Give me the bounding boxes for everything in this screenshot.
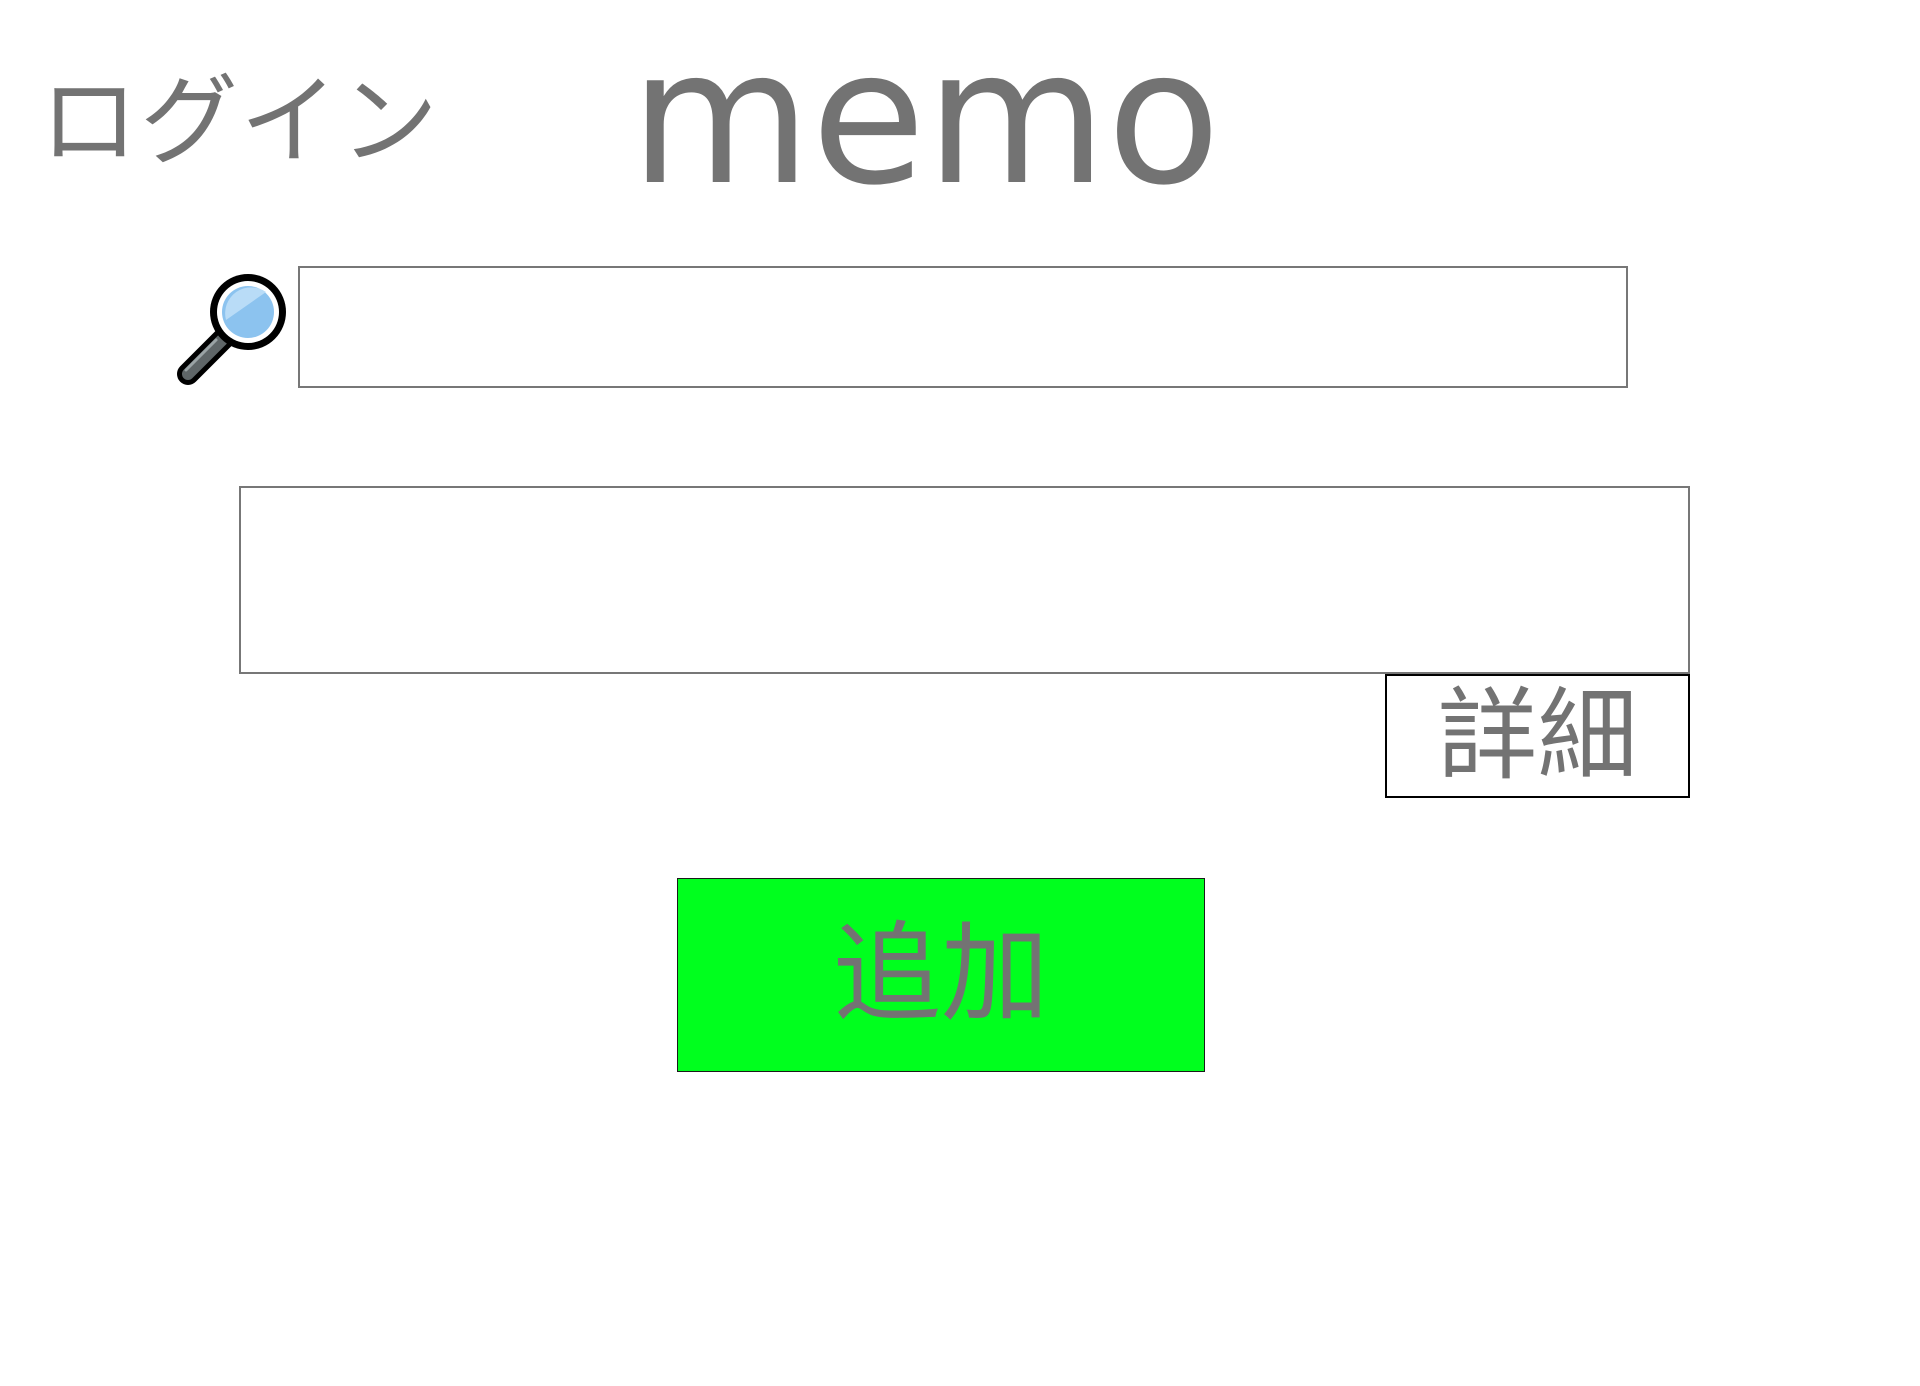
magnifying-glass-icon-graphic	[177, 274, 286, 385]
magnifying-glass-icon	[170, 270, 290, 390]
add-button[interactable]: 追加	[677, 878, 1205, 1072]
memo-input[interactable]	[239, 486, 1690, 674]
detail-button[interactable]: 詳細	[1385, 674, 1690, 798]
page-title: memo	[630, 9, 1221, 226]
login-link[interactable]: ログイン	[40, 62, 440, 182]
search-input[interactable]	[298, 266, 1628, 388]
